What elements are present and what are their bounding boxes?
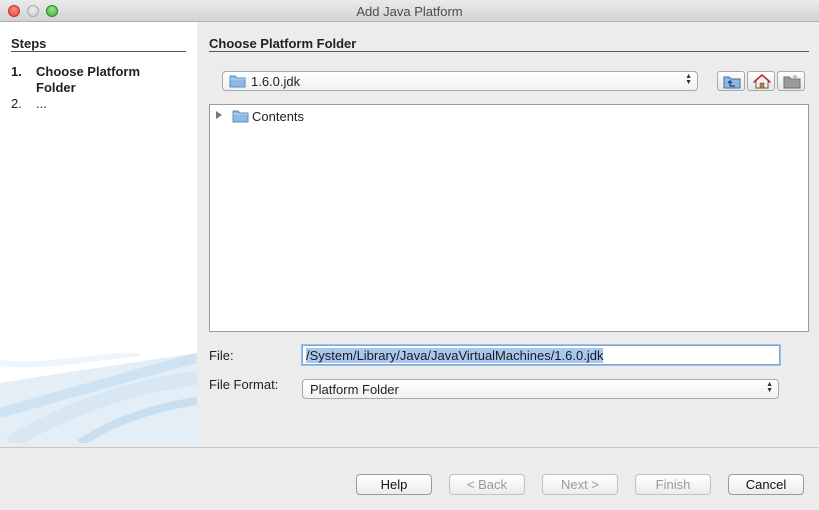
- title-bar: Add Java Platform: [0, 0, 819, 22]
- window-title: Add Java Platform: [356, 4, 463, 19]
- help-button[interactable]: Help: [356, 474, 432, 495]
- step-number: 1.: [11, 64, 22, 79]
- current-folder-value: 1.6.0.jdk: [251, 74, 301, 89]
- up-one-level-icon: [723, 76, 741, 89]
- chevron-updown-icon: ▲ ▼: [685, 73, 692, 86]
- steps-heading: Steps: [11, 36, 47, 51]
- heading-divider: [209, 51, 809, 52]
- new-folder-icon: [783, 74, 801, 89]
- file-tree-view[interactable]: Contents: [209, 104, 809, 332]
- file-format-label: File Format:: [209, 377, 279, 392]
- home-folder-button[interactable]: [747, 71, 775, 91]
- decorative-swoosh-graphic: [0, 353, 197, 443]
- step-label: Choose Platform Folder: [36, 64, 141, 95]
- tree-row-label: Contents: [252, 109, 305, 124]
- file-format-select[interactable]: Platform Folder ▲ ▼: [302, 379, 779, 399]
- finish-button[interactable]: Finish: [635, 474, 711, 495]
- cancel-button[interactable]: Cancel: [728, 474, 804, 495]
- page-title: Choose Platform Folder: [209, 36, 357, 51]
- steps-divider: [11, 51, 186, 52]
- folder-icon: [229, 75, 246, 88]
- back-button[interactable]: < Back: [449, 474, 525, 495]
- file-format-value: Platform Folder: [310, 382, 399, 397]
- next-button[interactable]: Next >: [542, 474, 618, 495]
- expand-arrow-icon[interactable]: [216, 111, 222, 119]
- home-icon: [753, 74, 771, 89]
- up-one-level-button[interactable]: [717, 71, 745, 91]
- folder-icon: [232, 110, 249, 123]
- step-label: ...: [36, 96, 47, 111]
- steps-panel: Steps 1. Choose Platform Folder 2. ...: [0, 22, 197, 443]
- file-path-input[interactable]: /System/Library/Java/JavaVirtualMachines…: [302, 345, 780, 365]
- chevron-updown-icon: ▲ ▼: [766, 381, 773, 394]
- look-in-folder-select[interactable]: 1.6.0.jdk ▲ ▼: [222, 71, 698, 91]
- step-number: 2.: [11, 96, 22, 111]
- button-bar-divider: [0, 447, 819, 448]
- file-path-value: /System/Library/Java/JavaVirtualMachines…: [306, 348, 604, 363]
- file-label: File:: [209, 348, 234, 363]
- new-folder-button[interactable]: [777, 71, 805, 91]
